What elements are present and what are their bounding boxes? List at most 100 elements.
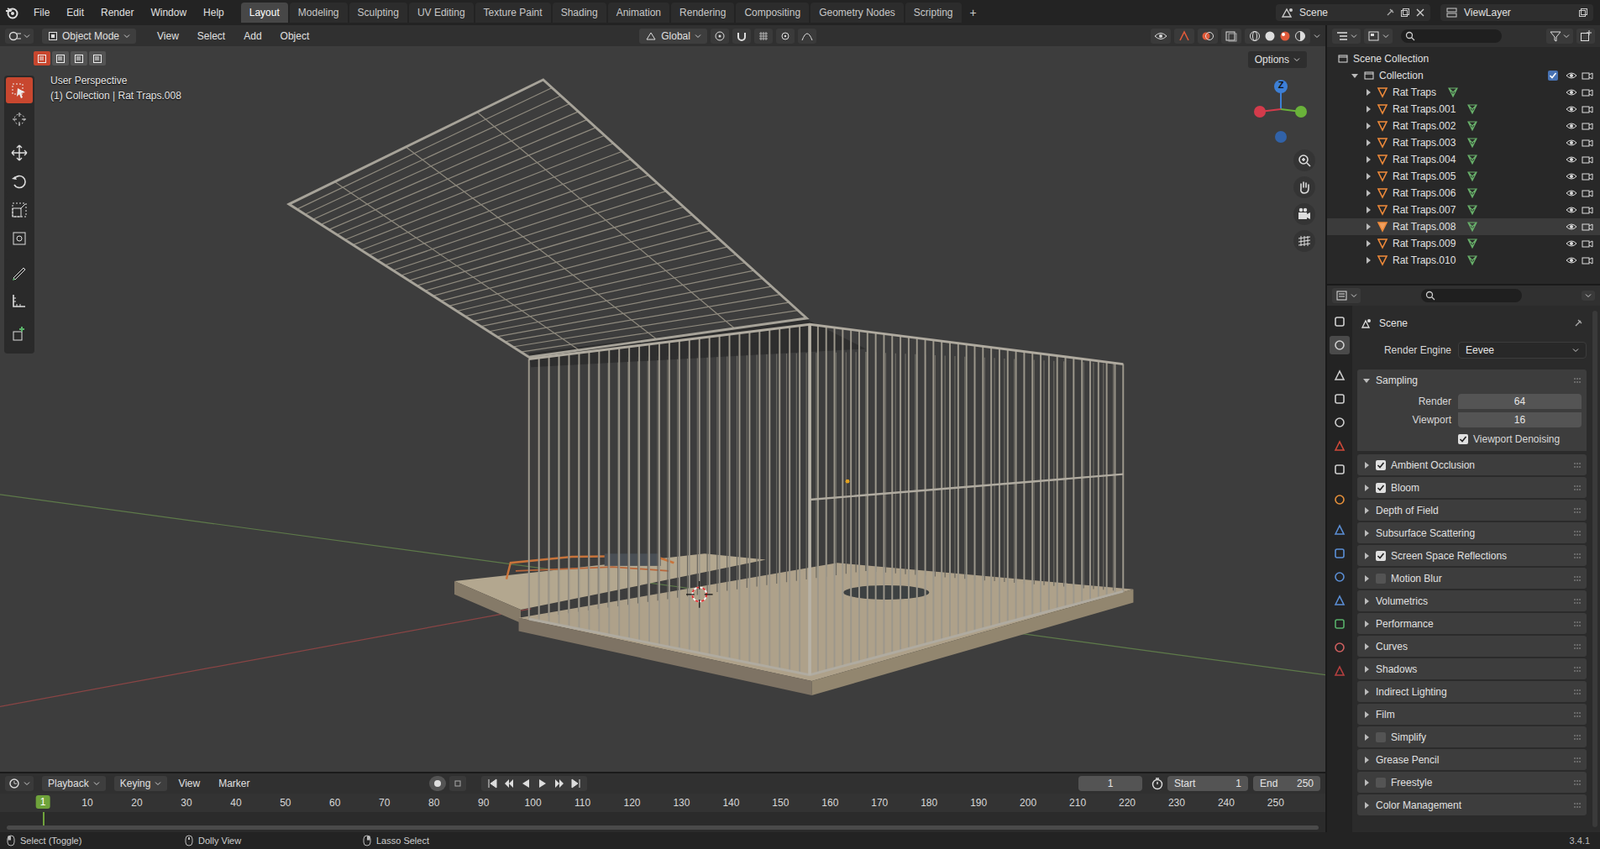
drag-handle-icon[interactable]	[1573, 778, 1582, 787]
tool-button[interactable]	[5, 105, 33, 132]
properties-tab[interactable]	[1329, 567, 1350, 587]
drag-handle-icon[interactable]	[1573, 529, 1582, 538]
timeline-dropdown[interactable]: Keying	[114, 776, 168, 792]
workspace-tab[interactable]: Sculpting	[349, 2, 408, 23]
copy-icon[interactable]	[1578, 7, 1589, 18]
eye-icon[interactable]	[1565, 137, 1578, 148]
panel-checkbox[interactable]	[1375, 732, 1386, 743]
panel-checkbox[interactable]	[1375, 460, 1386, 471]
properties-tab[interactable]	[1329, 638, 1350, 657]
editor-type-button[interactable]	[1332, 28, 1361, 44]
outliner-row[interactable]: Rat Traps.007	[1327, 201, 1600, 219]
eye-icon[interactable]	[1565, 221, 1578, 232]
drag-handle-icon[interactable]	[1573, 574, 1582, 583]
viewport-menu[interactable]: Object	[272, 28, 318, 44]
solid-shading-icon[interactable]	[1264, 30, 1276, 42]
mesh-data-icon[interactable]	[1466, 220, 1479, 233]
disclosure-icon[interactable]	[1363, 121, 1373, 131]
mesh-data-icon[interactable]	[1466, 136, 1479, 149]
render-camera-icon[interactable]	[1581, 255, 1594, 266]
editor-type-button[interactable]	[1332, 288, 1361, 304]
tool-button[interactable]	[5, 167, 33, 195]
mesh-data-icon[interactable]	[1466, 120, 1479, 132]
mesh-data-icon[interactable]	[1466, 187, 1479, 200]
panel-checkbox[interactable]	[1375, 777, 1386, 788]
tool-button[interactable]	[5, 287, 33, 314]
viewport-denoising-checkbox[interactable]: Viewport Denoising	[1458, 433, 1560, 446]
xray-button[interactable]	[1221, 28, 1242, 44]
drag-handle-icon[interactable]	[1573, 733, 1582, 742]
render-camera-icon[interactable]	[1581, 104, 1594, 115]
snap-target-button[interactable]	[754, 28, 773, 44]
disclosure-icon[interactable]	[1363, 172, 1373, 181]
timeline[interactable]: 1102030405060708090100110120130140150160…	[0, 793, 1326, 833]
3d-viewport[interactable]: User Perspective(1) Collection | Rat Tra…	[0, 46, 1326, 772]
next-keyframe-icon[interactable]	[553, 777, 566, 790]
workspace-tab[interactable]: Rendering	[671, 2, 735, 23]
eye-icon[interactable]	[1565, 204, 1578, 216]
menu-item[interactable]: Window	[143, 4, 194, 21]
keying-set-button[interactable]	[449, 776, 467, 792]
disclosure-icon[interactable]	[1363, 138, 1373, 147]
jump-start-icon[interactable]	[486, 777, 499, 790]
drag-handle-icon[interactable]	[1573, 665, 1582, 674]
new-collection-button[interactable]	[1576, 28, 1595, 44]
playhead[interactable]: 1	[36, 795, 51, 809]
outliner-row[interactable]: Rat Traps.010	[1327, 251, 1600, 269]
outliner-search[interactable]	[1400, 29, 1502, 43]
select-mode-button[interactable]	[89, 51, 106, 66]
disclosure-icon[interactable]	[1363, 88, 1373, 97]
tool-button[interactable]	[5, 225, 33, 252]
record-button[interactable]	[429, 776, 446, 792]
render-camera-icon[interactable]	[1581, 238, 1594, 249]
properties-tab[interactable]	[1329, 413, 1350, 432]
timeline-menu[interactable]: Marker	[210, 776, 258, 792]
options-dropdown[interactable]: Options	[1248, 51, 1307, 69]
workspace-tab[interactable]: Animation	[608, 2, 670, 23]
camera-view-button[interactable]	[1293, 203, 1316, 226]
eye-icon[interactable]	[1565, 87, 1578, 98]
play-icon[interactable]	[536, 777, 549, 790]
start-frame-field[interactable]: Start1	[1167, 776, 1249, 792]
render-camera-icon[interactable]	[1581, 137, 1594, 148]
properties-panel[interactable]: Shadows	[1357, 658, 1587, 680]
properties-scrollbar[interactable]	[1592, 310, 1598, 828]
drag-handle-icon[interactable]	[1573, 483, 1582, 493]
timeline-scrollbar[interactable]	[6, 825, 1319, 830]
drag-handle-icon[interactable]	[1573, 801, 1582, 810]
properties-panel[interactable]: Screen Space Reflections	[1357, 545, 1587, 567]
snap-button[interactable]	[732, 28, 751, 44]
properties-panel[interactable]: Curves	[1357, 635, 1587, 657]
gizmo-button[interactable]	[1174, 28, 1195, 44]
scene-selector[interactable]: Scene	[1275, 4, 1431, 21]
properties-tab[interactable]	[1329, 389, 1350, 409]
workspace-tab[interactable]: Scripting	[905, 2, 962, 23]
drag-handle-icon[interactable]	[1573, 461, 1582, 470]
eye-icon[interactable]	[1565, 238, 1578, 249]
tool-button[interactable]	[5, 320, 33, 347]
drag-handle-icon[interactable]	[1573, 642, 1582, 651]
workspace-tab[interactable]: Shading	[552, 2, 607, 23]
navigation-gizmo[interactable]: Z	[1251, 75, 1311, 143]
eye-icon[interactable]	[1565, 104, 1578, 115]
workspace-tab[interactable]: Texture Paint	[475, 2, 551, 23]
disclosure-icon[interactable]	[1363, 188, 1373, 198]
workspace-tab[interactable]: Compositing	[735, 2, 809, 23]
blender-logo-icon[interactable]	[5, 5, 19, 20]
jump-end-icon[interactable]	[570, 777, 583, 790]
properties-tab[interactable]	[1329, 460, 1350, 479]
properties-panel[interactable]: Indirect Lighting	[1357, 681, 1587, 703]
overlay-button[interactable]	[1197, 28, 1218, 44]
sampling-panel[interactable]: Sampling	[1357, 369, 1587, 391]
eye-icon[interactable]	[1565, 255, 1578, 266]
properties-panel[interactable]: Subsurface Scattering	[1357, 522, 1587, 544]
render-camera-icon[interactable]	[1581, 204, 1594, 216]
mesh-data-icon[interactable]	[1466, 103, 1479, 116]
outliner-row[interactable]: Rat Traps.002	[1327, 117, 1600, 135]
drag-handle-icon[interactable]	[1573, 376, 1582, 385]
tool-button[interactable]	[5, 258, 33, 285]
disclosure-icon[interactable]	[1363, 256, 1373, 265]
options-button[interactable]	[1581, 290, 1595, 301]
properties-panel[interactable]: Volumetrics	[1357, 590, 1587, 612]
mesh-data-icon[interactable]	[1466, 254, 1479, 267]
